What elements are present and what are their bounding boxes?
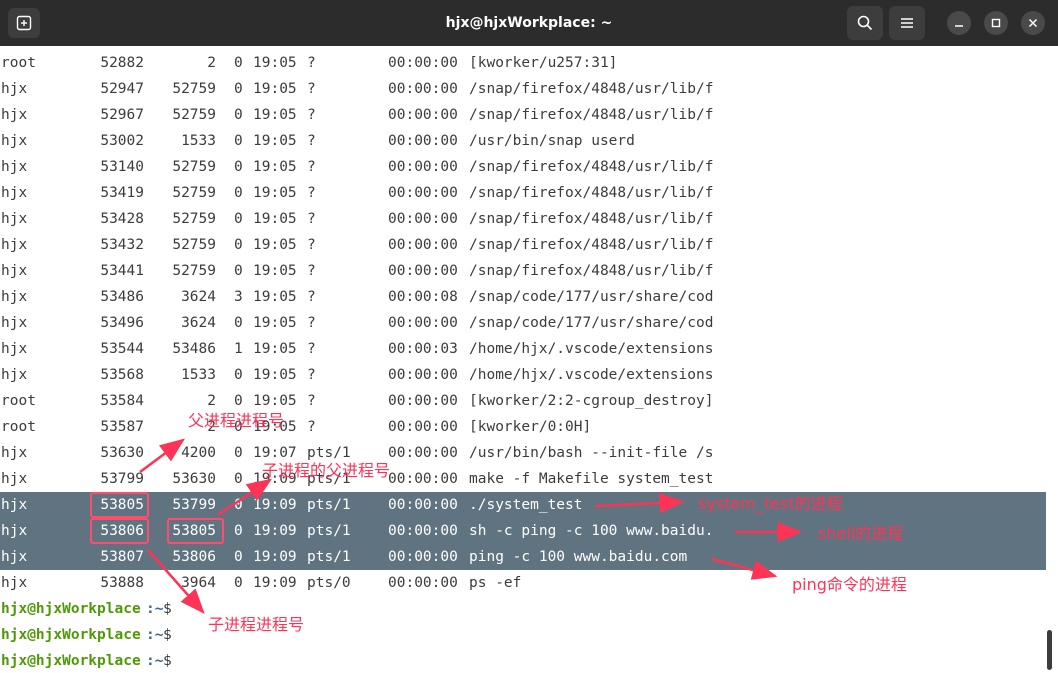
arrow-child-parent-pid — [217, 478, 273, 517]
annotation-child-pid: 子进程进程号 — [208, 615, 305, 634]
annotation-system-test: system_test的进程 — [698, 494, 843, 513]
annotation-shell: shell的进程 — [818, 524, 904, 543]
arrow-ping — [711, 557, 778, 580]
annotation-ping: ping命令的进程 — [792, 575, 907, 594]
arrow-system-test — [594, 493, 685, 514]
arrow-parent-pid — [139, 438, 186, 474]
annotation-child-parent-pid: 子进程的父进程号 — [262, 461, 391, 480]
annotation-parent-pid: 父进程进程号 — [188, 411, 285, 430]
arrow-child-pid — [147, 549, 205, 614]
